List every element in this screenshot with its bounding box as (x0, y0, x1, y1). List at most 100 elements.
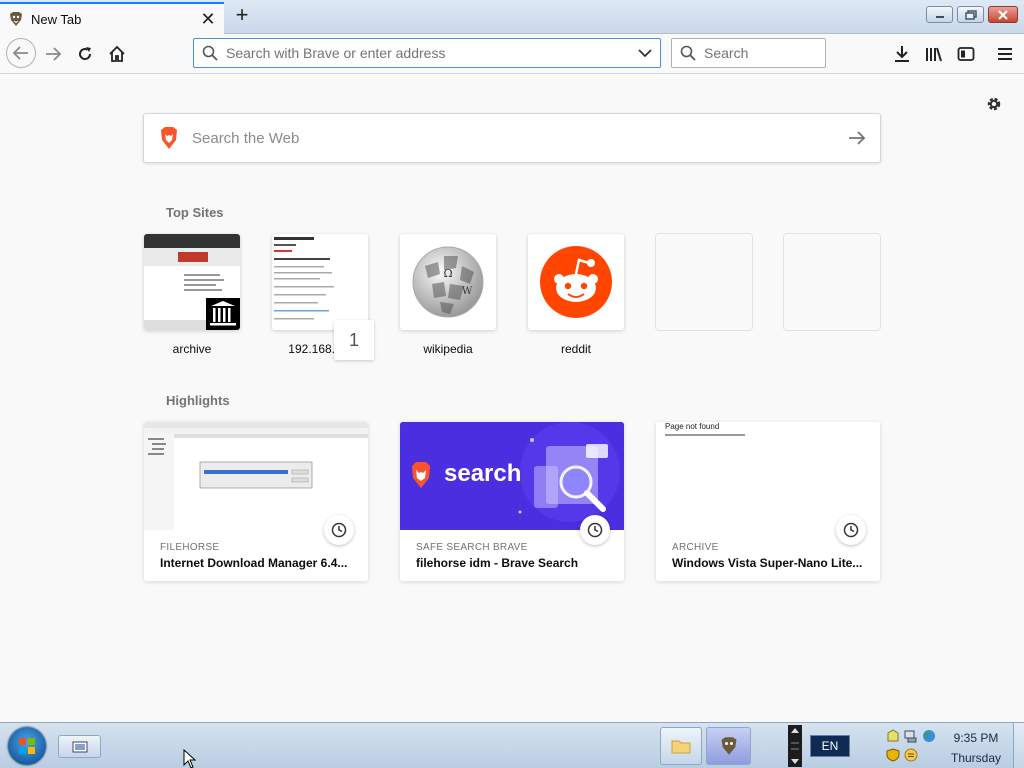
minimize-button[interactable] (926, 6, 953, 23)
close-window-button[interactable] (988, 6, 1018, 23)
highlight-thumbnail: search (400, 422, 624, 530)
highlights-heading: Highlights (166, 393, 230, 408)
top-site-empty[interactable] (784, 234, 880, 342)
site-label: archive (172, 342, 212, 356)
page-not-found-text: Page not found (665, 422, 720, 431)
highlight-card[interactable]: Page not found ARCHIVE Windows Vista Sup… (656, 422, 880, 581)
svg-text:W: W (462, 286, 473, 297)
site-label: reddit (560, 342, 592, 356)
page-text-line (665, 434, 745, 436)
brave-logo-icon (161, 127, 177, 149)
download-icon (895, 46, 909, 62)
arrow-right-icon[interactable] (848, 131, 866, 145)
chevron-down-icon[interactable] (638, 48, 652, 58)
navigation-toolbar: Search with Brave or enter address Searc… (0, 34, 1024, 74)
gear-icon[interactable] (985, 95, 1003, 113)
site-badge: 1 (334, 320, 374, 360)
scroll-arrows-icon (791, 728, 799, 764)
search-icon (680, 45, 696, 61)
back-button[interactable] (6, 38, 36, 68)
show-desktop-button[interactable] (58, 735, 101, 758)
desktop-icon (72, 741, 87, 752)
restore-icon (964, 9, 977, 20)
site-label: wikipedia (423, 342, 473, 356)
highlight-title: Internet Download Manager 6.4... (160, 556, 348, 570)
highlight-thumbnail: Page not found (656, 422, 880, 530)
brave-search-wordmark: search (444, 460, 522, 487)
highlight-title: Windows Vista Super-Nano Lite... (672, 556, 863, 570)
sidebar-button[interactable] (954, 42, 978, 66)
show-desktop-edge[interactable] (1013, 723, 1024, 768)
library-button[interactable] (922, 42, 946, 66)
web-search-box[interactable]: Search the Web (143, 113, 881, 163)
home-icon (109, 45, 125, 62)
clock[interactable]: 9:35 PM Thursday (945, 728, 1007, 768)
language-code: EN (821, 739, 839, 753)
web-search-placeholder: Search the Web (192, 129, 300, 147)
taskbar-brave-browser[interactable] (706, 727, 751, 765)
window-controls (926, 6, 1018, 23)
router-page-thumbnail (272, 234, 368, 330)
top-site-archive[interactable]: archive (144, 234, 240, 356)
hamburger-menu-icon (998, 48, 1012, 60)
brave-lion-icon (10, 12, 22, 26)
address-bar[interactable]: Search with Brave or enter address (193, 38, 661, 68)
network-icon[interactable] (904, 729, 918, 743)
taskbar-file-explorer[interactable] (660, 727, 702, 765)
highlight-thumbnail (144, 422, 368, 530)
globe-icon[interactable] (922, 729, 936, 743)
tab-new-tab[interactable]: New Tab ✕ (0, 2, 224, 34)
idm-screenshot-thumbnail (144, 422, 368, 530)
arrow-right-icon (46, 47, 62, 61)
start-button[interactable] (8, 727, 46, 765)
system-tray (884, 727, 940, 765)
empty-site-slot (784, 234, 880, 330)
app-tray-icon[interactable] (904, 748, 918, 762)
taskbar: EN 9:35 PM Thursday (0, 722, 1024, 768)
top-site-router[interactable]: 1 192.168.1.1 (272, 234, 374, 360)
new-tab-page: Search the Web Top Sites archive 1 192.1… (0, 75, 1024, 722)
empty-site-slot (656, 234, 752, 330)
close-tab-icon[interactable]: ✕ (200, 10, 216, 28)
site-thumbnail (528, 234, 624, 330)
taskbar-scroll[interactable] (788, 725, 802, 767)
search-bar-placeholder: Search (704, 45, 749, 61)
brave-lion-icon (721, 737, 736, 755)
windows-logo-icon (19, 738, 35, 754)
address-bar-placeholder: Search with Brave or enter address (226, 45, 446, 61)
top-sites-heading: Top Sites (166, 205, 224, 220)
menu-button[interactable] (993, 42, 1017, 66)
highlight-card[interactable]: FILEHORSE Internet Download Manager 6.4.… (144, 422, 368, 581)
mouse-cursor-icon (183, 749, 197, 768)
search-bar[interactable]: Search (671, 38, 826, 68)
reload-button[interactable] (73, 42, 97, 66)
top-site-empty[interactable] (656, 234, 752, 342)
notification-icon[interactable] (886, 729, 900, 743)
library-icon (926, 47, 942, 62)
reddit-logo-icon (540, 246, 612, 318)
highlight-title: filehorse idm - Brave Search (416, 556, 579, 570)
close-icon (998, 9, 1008, 20)
title-bar: New Tab ✕ + (0, 0, 1024, 34)
clock-icon (324, 515, 354, 545)
highlight-card[interactable]: search SAFE SEARCH BRAVE filehorse idm -… (400, 422, 624, 581)
tab-title: New Tab (31, 11, 82, 27)
downloads-button[interactable] (890, 42, 914, 66)
shield-icon[interactable] (886, 748, 900, 762)
home-button[interactable] (105, 42, 129, 66)
svg-text:Ω: Ω (443, 267, 452, 280)
highlight-source: SAFE SEARCH BRAVE (416, 542, 528, 553)
top-site-wikipedia[interactable]: Ω W wikipedia (400, 234, 496, 356)
restore-button[interactable] (957, 6, 984, 23)
language-indicator[interactable]: EN (810, 735, 850, 757)
site-thumbnail: Ω W (400, 234, 496, 330)
sidebar-icon (957, 47, 975, 61)
folder-icon (671, 740, 691, 754)
clock-icon (580, 515, 610, 545)
forward-button[interactable] (41, 42, 65, 66)
highlight-source: FILEHORSE (160, 542, 220, 553)
new-tab-button[interactable]: + (230, 4, 254, 28)
archive-thumbnail (144, 234, 240, 330)
clock-icon (836, 515, 866, 545)
top-site-reddit[interactable]: reddit (528, 234, 624, 356)
